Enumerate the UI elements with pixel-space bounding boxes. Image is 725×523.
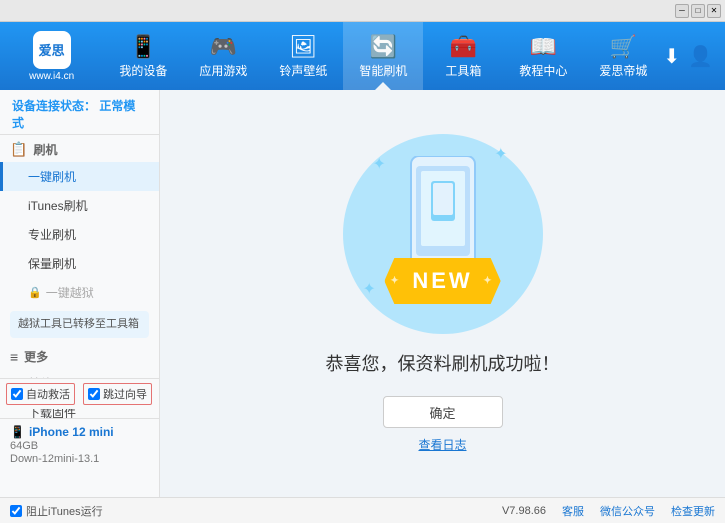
device-name-label: iPhone 12 mini: [29, 425, 114, 439]
nav-toolbox[interactable]: 🧰 工具箱: [423, 22, 503, 90]
auto-rescue-checkbox[interactable]: [11, 388, 23, 400]
logo-url: www.i4.cn: [29, 71, 74, 82]
sparkle-right: ✦: [494, 144, 507, 164]
check-update-link[interactable]: 检查更新: [671, 503, 715, 519]
more-section-label: 更多: [24, 348, 48, 365]
sidebar-item-jailbreak-disabled: 🔒 一键越狱: [0, 278, 159, 307]
nav-icon-store: 🛒: [610, 34, 637, 60]
flash-section-icon: 📋: [10, 141, 27, 158]
nav-my-device[interactable]: 📱 我的设备: [103, 22, 183, 90]
sidebar-section-more: ≡ 更多: [0, 342, 159, 369]
skip-wizard-checkbox-label[interactable]: 跳过向导: [83, 383, 152, 405]
itunes-flash-label: iTunes刷机: [28, 199, 88, 213]
confirm-button[interactable]: 确定: [383, 396, 503, 428]
checkbox-row: 自动救活 跳过向导: [0, 378, 160, 409]
window-controls[interactable]: ─ □ ✕: [675, 4, 721, 18]
user-button[interactable]: 👤: [688, 44, 713, 69]
nav-store[interactable]: 🛒 爱思帝城: [583, 22, 663, 90]
device-info: 📱 iPhone 12 mini 64GB Down-12mini-13.1: [0, 418, 160, 471]
status-label: 设备连接状态：: [12, 99, 96, 113]
nav-icon-toolbox: 🧰: [450, 34, 477, 60]
nav-right: ⬇ 👤: [663, 44, 725, 69]
new-badge-text: NEW: [412, 268, 472, 293]
status-bar: 阻止iTunes运行 V7.98.66 客服 微信公众号 检查更新: [0, 497, 725, 523]
download-button[interactable]: ⬇: [663, 44, 680, 69]
nav-label-smart-flash: 智能刷机: [359, 62, 407, 79]
minimize-button[interactable]: ─: [675, 4, 689, 18]
close-button[interactable]: ✕: [707, 4, 721, 18]
logo-area[interactable]: 爱思 www.i4.cn: [0, 31, 103, 82]
sidebar-section-flash: 📋 刷机: [0, 135, 159, 162]
save-flash-label: 保量刷机: [28, 257, 76, 271]
logo-icon: 爱思: [33, 31, 71, 69]
nav-icon-smart-flash: 🔄: [370, 34, 397, 60]
sidebar-item-save-flash[interactable]: 保量刷机: [0, 249, 159, 278]
success-illustration: ✦ ✦ ✦ NEW ✦: [343, 134, 543, 334]
sidebar-item-itunes-flash[interactable]: iTunes刷机: [0, 191, 159, 220]
auto-rescue-checkbox-label[interactable]: 自动救活: [6, 383, 75, 405]
device-firmware: Down-12mini-13.1: [10, 453, 150, 465]
jailbreak-label: 一键越狱: [46, 284, 94, 301]
auto-rescue-label: 自动救活: [26, 386, 70, 402]
sidebar-item-pro-flash[interactable]: 专业刷机: [0, 220, 159, 249]
title-bar: ─ □ ✕: [0, 0, 725, 22]
view-log-link[interactable]: 查看日志: [418, 436, 466, 453]
nav-tutorial[interactable]: 📖 教程中心: [503, 22, 583, 90]
nav-icon-tutorial: 📖: [530, 34, 557, 60]
flash-section-label: 刷机: [33, 141, 57, 158]
nav-icon-apps-games: 🎮: [210, 34, 237, 60]
maximize-button[interactable]: □: [691, 4, 705, 18]
sidebar: 设备连接状态： 正常模式 📋 刷机 一键刷机 iTunes刷机 专业刷机 保量刷…: [0, 90, 160, 497]
nav-icon-ringtones: 🖼: [289, 34, 317, 60]
stop-itunes-checkbox[interactable]: [10, 505, 22, 517]
device-icon: 📱: [10, 425, 25, 439]
nav-label-store: 爱思帝城: [599, 62, 647, 79]
status-bar-right: V7.98.66 客服 微信公众号 检查更新: [502, 503, 715, 519]
skip-wizard-label: 跳过向导: [103, 386, 147, 402]
nav-label-ringtones: 铃声壁纸: [279, 62, 327, 79]
sparkle-bottom: ✦: [363, 279, 376, 299]
nav-label-my-device: 我的设备: [119, 62, 167, 79]
wechat-link[interactable]: 微信公众号: [600, 503, 655, 519]
device-storage: 64GB: [10, 440, 150, 452]
nav-label-tutorial: 教程中心: [519, 62, 567, 79]
success-text: 恭喜您，保资料刷机成功啦！: [326, 350, 560, 376]
nav-smart-flash[interactable]: 🔄 智能刷机: [343, 22, 423, 90]
more-section-icon: ≡: [10, 349, 18, 365]
sidebar-item-one-click-flash[interactable]: 一键刷机: [0, 162, 159, 191]
customer-service-link[interactable]: 客服: [562, 503, 584, 519]
jailbreak-note: 越狱工具已转移至工具箱: [10, 311, 149, 338]
connection-status: 设备连接状态： 正常模式: [0, 94, 159, 135]
stop-itunes-label: 阻止iTunes运行: [26, 503, 103, 519]
sparkle-left: ✦: [373, 154, 386, 174]
device-name-row: 📱 iPhone 12 mini: [10, 425, 150, 439]
nav-label-apps-games: 应用游戏: [199, 62, 247, 79]
nav-apps-games[interactable]: 🎮 应用游戏: [183, 22, 263, 90]
one-click-flash-label: 一键刷机: [28, 170, 76, 184]
pro-flash-label: 专业刷机: [28, 228, 76, 242]
main-layout: 设备连接状态： 正常模式 📋 刷机 一键刷机 iTunes刷机 专业刷机 保量刷…: [0, 90, 725, 497]
skip-wizard-checkbox[interactable]: [88, 388, 100, 400]
nav-icon-my-device: 📱: [130, 34, 157, 60]
nav-items: 📱 我的设备 🎮 应用游戏 🖼 铃声壁纸 🔄 智能刷机 🧰 工具箱 📖 教程中心…: [103, 22, 663, 90]
nav-ringtones[interactable]: 🖼 铃声壁纸: [263, 22, 343, 90]
header: 爱思 www.i4.cn 📱 我的设备 🎮 应用游戏 🖼 铃声壁纸 🔄 智能刷机…: [0, 22, 725, 90]
status-bar-left: 阻止iTunes运行: [10, 503, 486, 519]
nav-label-toolbox: 工具箱: [445, 62, 481, 79]
lock-icon: 🔒: [28, 286, 42, 299]
version-text: V7.98.66: [502, 505, 546, 517]
content-area: ✦ ✦ ✦ NEW ✦: [160, 90, 725, 497]
